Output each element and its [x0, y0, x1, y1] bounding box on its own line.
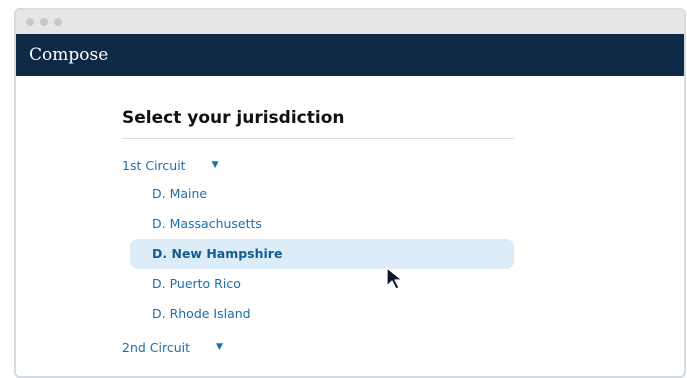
- app-title: Compose: [29, 45, 109, 65]
- window-zoom-dot[interactable]: [54, 18, 62, 26]
- circuit-label: 2nd Circuit: [122, 339, 191, 355]
- circuit-toggle-2nd[interactable]: 2nd Circuit ▼: [122, 333, 514, 361]
- caret-down-icon: ▼: [211, 160, 219, 170]
- district-list-1st: D. Maine D. Massachusetts D. New Hampshi…: [122, 179, 514, 329]
- app-header: Compose: [16, 34, 684, 76]
- window-titlebar: [16, 10, 684, 34]
- district-item-rhode-island[interactable]: D. Rhode Island: [130, 299, 514, 329]
- district-item-puerto-rico[interactable]: D. Puerto Rico: [130, 269, 514, 299]
- window-minimize-dot[interactable]: [40, 18, 48, 26]
- circuit-label: 1st Circuit: [122, 157, 186, 173]
- caret-down-icon: ▼: [216, 342, 223, 352]
- page-title: Select your jurisdiction: [122, 108, 514, 139]
- window-close-dot[interactable]: [26, 18, 34, 26]
- district-item-massachusetts[interactable]: D. Massachusetts: [130, 209, 514, 239]
- district-item-new-hampshire[interactable]: D. New Hampshire: [130, 239, 514, 269]
- district-item-maine[interactable]: D. Maine: [130, 179, 514, 209]
- mouse-pointer-icon: [386, 267, 403, 290]
- jurisdiction-selector: Select your jurisdiction 1st Circuit ▼ D…: [122, 108, 514, 361]
- circuit-toggle-1st[interactable]: 1st Circuit ▼: [122, 151, 514, 179]
